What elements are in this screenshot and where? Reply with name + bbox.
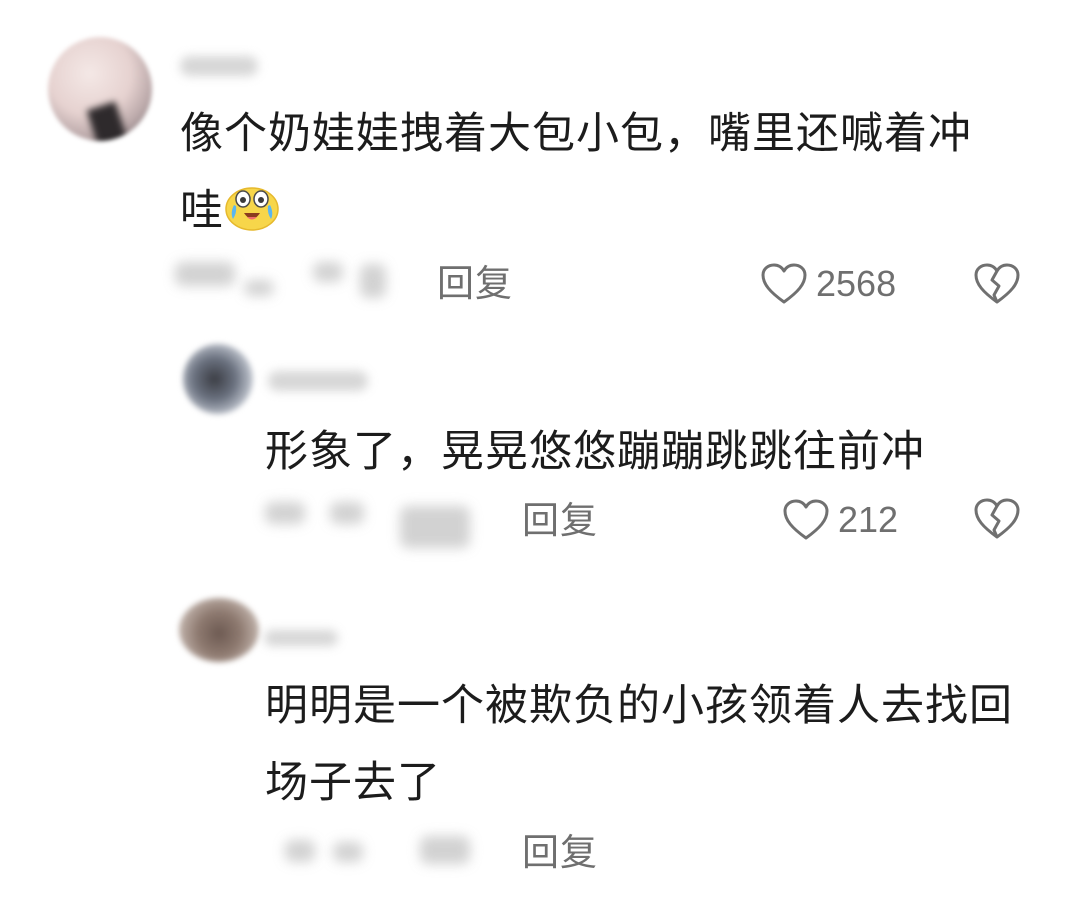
reply-button[interactable]: 回复 <box>437 262 513 306</box>
comment-meta-blurred <box>360 264 386 298</box>
comment-text: 像个奶娃娃拽着大包小包，嘴里还喊着冲 <box>180 109 972 159</box>
like-count: 212 <box>838 499 899 540</box>
comment-text: 明明是一个被欺负的小孩领着人去找回 <box>265 681 1013 731</box>
comment-meta-blurred <box>265 502 305 524</box>
broken-heart-icon <box>973 262 1021 306</box>
crying-laughing-emoji-icon <box>224 179 280 231</box>
comment-meta-blurred <box>400 506 470 548</box>
username-blurred[interactable] <box>264 630 338 646</box>
comment-text: 形象了，晃晃悠悠蹦蹦跳跳往前冲 <box>265 427 925 477</box>
comment-meta-blurred <box>333 842 363 862</box>
heart-outline-icon <box>760 262 808 306</box>
like-button[interactable]: 212 <box>782 498 898 542</box>
broken-heart-icon <box>973 497 1021 541</box>
reply-button[interactable]: 回复 <box>522 499 598 543</box>
comment-text-line2: 哇 <box>180 173 280 250</box>
like-count: 2568 <box>816 263 897 304</box>
comment-meta-blurred <box>330 502 364 524</box>
comment-meta-blurred <box>420 836 470 864</box>
comment-meta-blurred <box>285 840 315 862</box>
heart-outline-icon <box>782 498 830 542</box>
comment-text-line2: 场子去了 <box>265 758 441 808</box>
reply-button[interactable]: 回复 <box>522 831 598 875</box>
comment-meta-blurred <box>175 262 235 286</box>
like-button[interactable]: 2568 <box>760 262 896 306</box>
avatar[interactable] <box>183 344 253 414</box>
dislike-button[interactable] <box>973 497 1021 541</box>
avatar[interactable] <box>179 598 259 662</box>
username-blurred[interactable] <box>180 56 258 76</box>
comment-meta-blurred <box>244 280 274 296</box>
comment-meta-blurred <box>313 262 343 282</box>
avatar[interactable] <box>48 37 152 141</box>
username-blurred[interactable] <box>268 371 368 391</box>
dislike-button[interactable] <box>973 262 1021 306</box>
